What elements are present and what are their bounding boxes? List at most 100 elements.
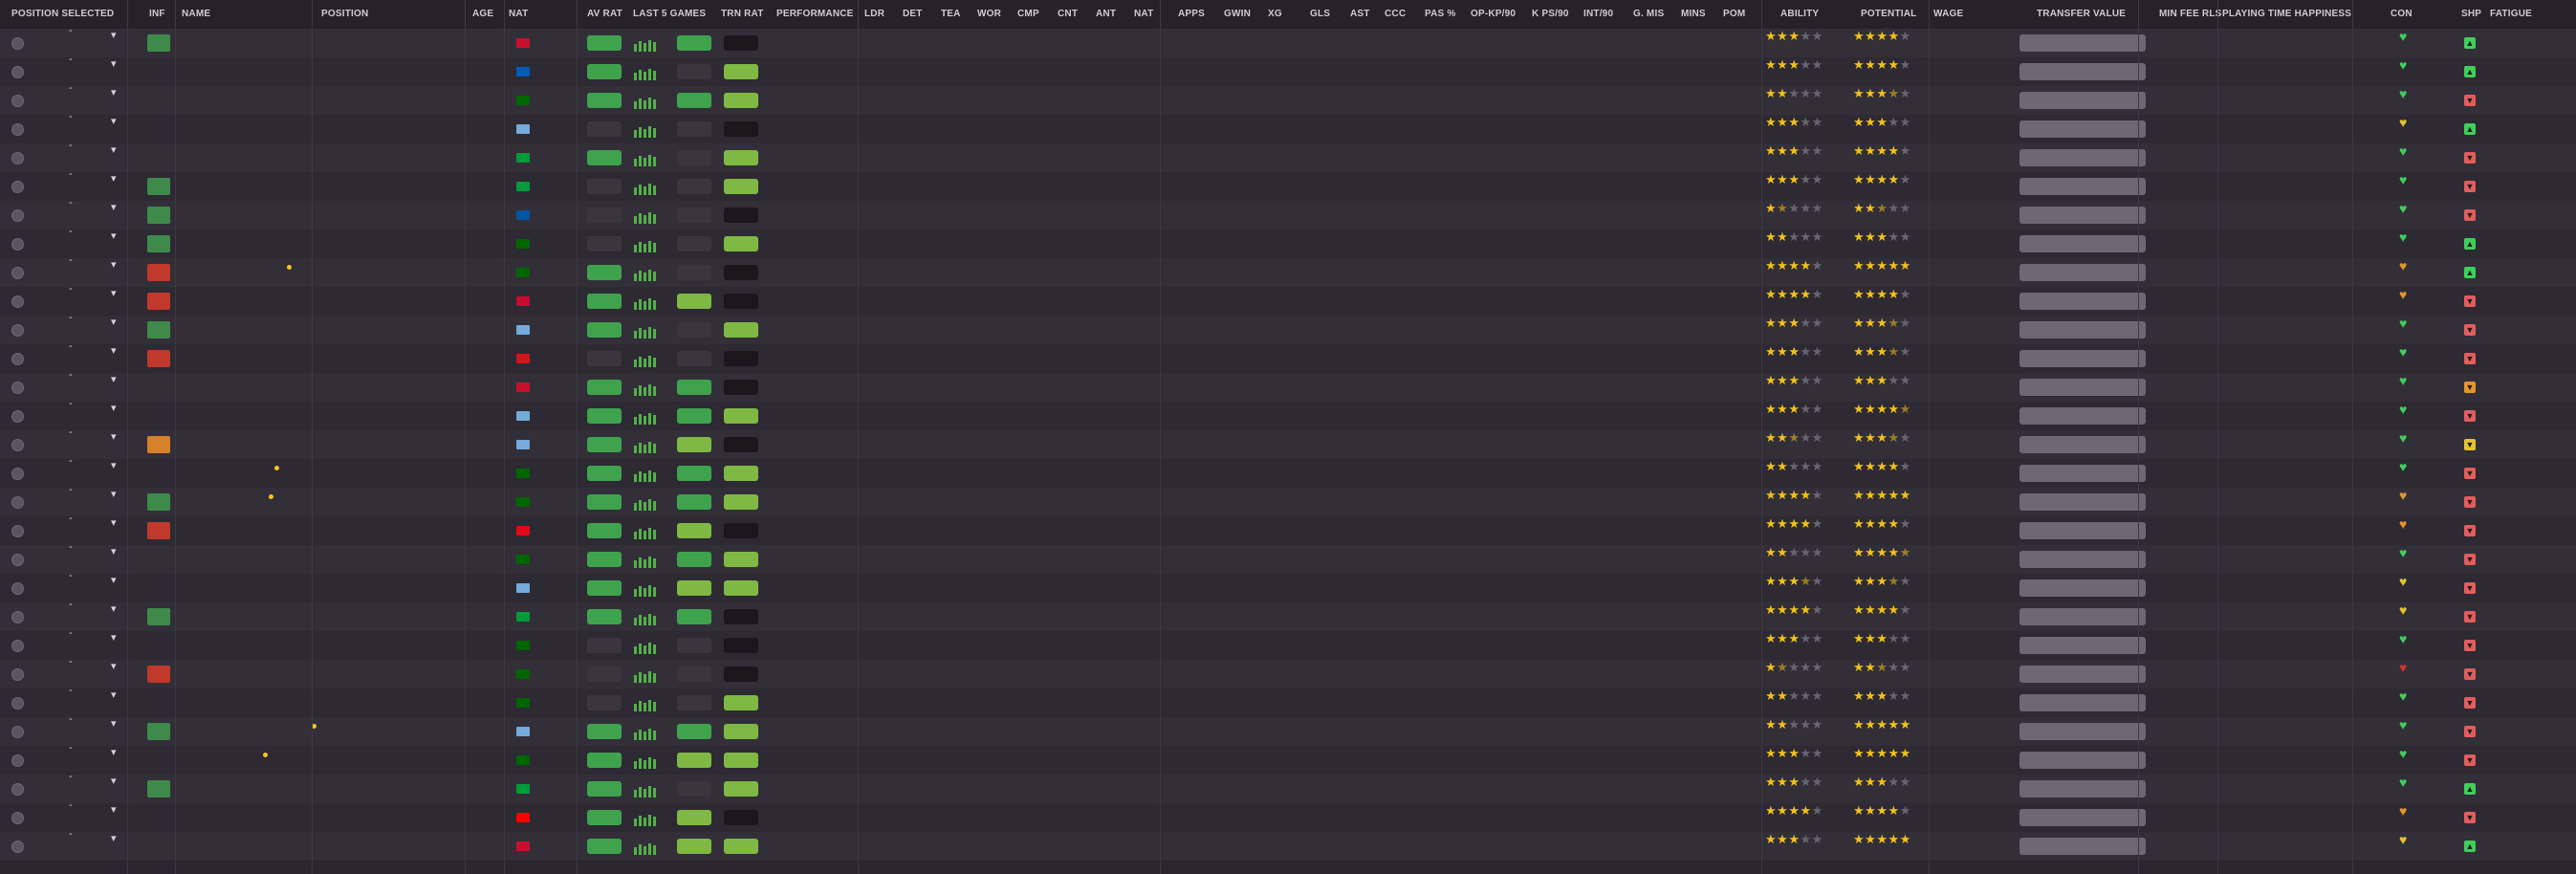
col-ant[interactable]: ANT <box>1096 9 1116 19</box>
col-int[interactable]: INT/90 <box>1583 9 1613 19</box>
chevron-down-icon[interactable]: ▾ <box>111 316 117 328</box>
chevron-down-icon[interactable]: ▾ <box>111 717 117 730</box>
table-row[interactable]: - ▾ ★★★★★ ★★★★★ ♥ ▼ <box>0 656 2576 689</box>
table-row[interactable]: - ▾ ★★★★★ ★★★★★ ♥ ▼ <box>0 398 2576 431</box>
chevron-down-icon[interactable]: ▾ <box>111 172 117 185</box>
table-row[interactable]: - ▾ ★★★★★ ★★★★★ ♥ ▼ <box>0 513 2576 546</box>
chevron-down-icon[interactable]: ▾ <box>111 115 117 127</box>
select-radio[interactable] <box>11 324 24 337</box>
chevron-down-icon[interactable]: ▾ <box>111 688 117 701</box>
table-row[interactable]: - ▾ ★★★★★ ★★★★★ ♥ ▼ <box>0 426 2576 460</box>
table-row[interactable]: - ▾ ★★★★★ ★★★★★ ♥ ▼ <box>0 599 2576 632</box>
col-pom[interactable]: POM <box>1723 9 1745 19</box>
col-last-5-games[interactable]: LAST 5 GAMES <box>633 9 706 19</box>
col-age[interactable]: AGE <box>472 9 493 19</box>
select-radio[interactable] <box>11 267 24 279</box>
chevron-down-icon[interactable]: ▾ <box>111 545 117 557</box>
table-row[interactable]: - ▾ ★★★★★ ★★★★★ ♥ ▲ <box>0 226 2576 259</box>
select-radio[interactable] <box>11 238 24 251</box>
select-radio[interactable] <box>11 152 24 164</box>
col-av-rat[interactable]: AV RAT <box>587 9 622 19</box>
select-radio[interactable] <box>11 181 24 193</box>
select-radio[interactable] <box>11 295 24 308</box>
col-wage[interactable]: WAGE <box>1933 9 1963 19</box>
col-tea[interactable]: TEA <box>941 9 961 19</box>
select-radio[interactable] <box>11 37 24 50</box>
chevron-down-icon[interactable]: ▾ <box>111 258 117 271</box>
select-radio[interactable] <box>11 439 24 451</box>
select-radio[interactable] <box>11 754 24 767</box>
chevron-down-icon[interactable]: ▾ <box>111 373 117 385</box>
select-radio[interactable] <box>11 525 24 537</box>
table-row[interactable]: - ▾ ★★★★★ ★★★★★ ♥ ▼ <box>0 283 2576 317</box>
col-inf[interactable]: INF <box>149 9 165 19</box>
col-cnt[interactable]: CNT <box>1058 9 1078 19</box>
chevron-down-icon[interactable]: ▾ <box>111 631 117 644</box>
select-radio[interactable] <box>11 611 24 623</box>
table-row[interactable]: - ▾ ★★★★★ ★★★★★ ♥ ▲ <box>0 54 2576 87</box>
chevron-down-icon[interactable]: ▾ <box>111 143 117 156</box>
table-row[interactable]: - ▾ ★★★★★ ★★★★★ ♥ ▲ <box>0 828 2576 862</box>
select-radio[interactable] <box>11 496 24 509</box>
chevron-down-icon[interactable]: ▾ <box>111 488 117 500</box>
col-nat[interactable]: NAT <box>509 9 528 19</box>
col-name[interactable]: NAME <box>182 9 210 19</box>
col-con[interactable]: CON <box>2390 9 2412 19</box>
col-trn-rat[interactable]: TRN RAT <box>721 9 764 19</box>
select-radio[interactable] <box>11 812 24 824</box>
select-radio[interactable] <box>11 209 24 222</box>
chevron-down-icon[interactable]: ▾ <box>111 832 117 844</box>
col-gmis[interactable]: G. MIS <box>1633 9 1664 19</box>
chevron-down-icon[interactable]: ▾ <box>111 29 117 41</box>
col-gwin[interactable]: GWIN <box>1224 9 1251 19</box>
col-potential[interactable]: POTENTIAL <box>1861 9 1916 19</box>
table-row[interactable]: - ▾ ★★★★★ ★★★★★ ♥ ▼ <box>0 140 2576 173</box>
table-row[interactable]: - ▾ ★★★★★ ★★★★★ ♥ ▼ <box>0 541 2576 575</box>
chevron-down-icon[interactable]: ▾ <box>111 516 117 529</box>
table-row[interactable]: - ▾ ★★★★★ ★★★★★ ♥ ▲ <box>0 771 2576 804</box>
table-row[interactable]: - ▾ ★★★★★ ★★★★★ ♥ ▼ <box>0 685 2576 718</box>
chevron-down-icon[interactable]: ▾ <box>111 287 117 299</box>
select-radio[interactable] <box>11 66 24 78</box>
table-row[interactable]: - ▾ ★★★★★ ★★★★★ ♥ ▼ <box>0 340 2576 374</box>
col-pas[interactable]: PAS % <box>1425 9 1456 19</box>
col-playing-time-happiness[interactable]: PLAYING TIME HAPPINESS <box>2222 9 2351 19</box>
chevron-down-icon[interactable]: ▾ <box>111 803 117 816</box>
col-kps[interactable]: K PS/90 <box>1532 9 1569 19</box>
col-ldr[interactable]: LDR <box>864 9 884 19</box>
table-row[interactable]: - ▾ ★★★★★ ★★★★★ ♥ ▼ <box>0 197 2576 230</box>
table-row[interactable]: - ▾ ★★★★★ ★★★★★ ♥ ▼ <box>0 168 2576 202</box>
col-opkp[interactable]: OP-KP/90 <box>1471 9 1516 19</box>
table-row[interactable]: - ▾ ★★★★★ ★★★★★ ♥ ▼ <box>0 713 2576 747</box>
select-radio[interactable] <box>11 726 24 738</box>
col-performance[interactable]: PERFORMANCE <box>776 9 854 19</box>
col-det[interactable]: DET <box>903 9 923 19</box>
chevron-down-icon[interactable]: ▾ <box>111 430 117 443</box>
select-radio[interactable] <box>11 783 24 796</box>
select-radio[interactable] <box>11 668 24 681</box>
select-radio[interactable] <box>11 841 24 853</box>
select-radio[interactable] <box>11 582 24 595</box>
col-min-fee-rls[interactable]: MIN FEE RLS <box>2159 9 2222 19</box>
chevron-down-icon[interactable]: ▾ <box>111 602 117 615</box>
table-row[interactable]: - ▾ ★★★★★ ★★★★★ ♥ ▼ <box>0 627 2576 661</box>
col-position-selected[interactable]: POSITION SELECTED <box>11 9 114 19</box>
select-radio[interactable] <box>11 353 24 365</box>
select-radio[interactable] <box>11 123 24 136</box>
chevron-down-icon[interactable]: ▾ <box>111 459 117 471</box>
col-cmp[interactable]: CMP <box>1017 9 1039 19</box>
col-ast[interactable]: AST <box>1350 9 1370 19</box>
table-row[interactable]: - ▾ ★★★★★ ★★★★★ ♥ ▼ <box>0 455 2576 489</box>
col-gls[interactable]: GLS <box>1310 9 1330 19</box>
col-ccc[interactable]: CCC <box>1385 9 1406 19</box>
table-row[interactable]: - ▾ ★★★★★ ★★★★★ ♥ ▼ <box>0 799 2576 833</box>
table-row[interactable]: - ▾ ★★★★★ ★★★★★ ♥ ▼ <box>0 570 2576 603</box>
table-row[interactable]: - ▾ ★★★★★ ★★★★★ ♥ ▲ <box>0 25 2576 58</box>
col-apps[interactable]: APPS <box>1178 9 1205 19</box>
table-row[interactable]: - ▾ ★★★★★ ★★★★★ ♥ ▲ <box>0 111 2576 144</box>
select-radio[interactable] <box>11 640 24 652</box>
col-mins[interactable]: MINS <box>1681 9 1706 19</box>
col-transfer-value[interactable]: TRANSFER VALUE <box>2037 9 2126 19</box>
chevron-down-icon[interactable]: ▾ <box>111 344 117 357</box>
chevron-down-icon[interactable]: ▾ <box>111 402 117 414</box>
